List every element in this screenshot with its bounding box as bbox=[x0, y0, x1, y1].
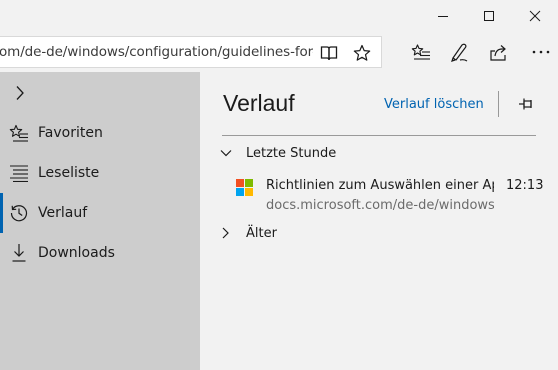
reading-view-icon bbox=[320, 46, 338, 61]
history-entry-title: Richtlinien zum Auswählen einer App für bbox=[266, 178, 494, 193]
header-divider bbox=[498, 91, 499, 117]
active-indicator bbox=[0, 193, 3, 233]
reading-list-icon bbox=[0, 164, 38, 182]
hub-navigation: Favoriten Leseliste Verlauf Downloads bbox=[0, 72, 200, 370]
history-entry[interactable]: Richtlinien zum Auswählen einer App für … bbox=[236, 173, 544, 215]
pen-icon bbox=[451, 43, 468, 62]
more-icon bbox=[532, 50, 550, 54]
group-label: Älter bbox=[246, 225, 277, 241]
close-icon bbox=[529, 10, 541, 22]
star-icon bbox=[353, 44, 371, 61]
hub-item-label: Favoriten bbox=[38, 125, 103, 141]
web-note-button[interactable] bbox=[446, 40, 472, 64]
add-favorite-button[interactable] bbox=[352, 43, 372, 63]
favorites-hub-icon bbox=[411, 44, 430, 60]
title-divider bbox=[222, 135, 536, 136]
hub-item-verlauf[interactable]: Verlauf bbox=[0, 193, 200, 233]
minimize-icon bbox=[438, 16, 448, 17]
maximize-icon bbox=[484, 11, 494, 21]
history-pane: Verlauf Verlauf löschen Letzte Stunde Ri… bbox=[200, 72, 558, 370]
download-icon bbox=[0, 243, 38, 263]
history-entry-url: docs.microsoft.com/de-de/windows/configu… bbox=[266, 198, 494, 213]
share-button[interactable] bbox=[486, 40, 512, 64]
group-label: Letzte Stunde bbox=[246, 145, 337, 161]
minimize-button[interactable] bbox=[420, 0, 466, 32]
microsoft-logo-icon bbox=[236, 179, 253, 196]
address-text[interactable]: om/de-de/windows/configuration/guideline… bbox=[0, 44, 313, 64]
chevron-right-icon bbox=[222, 227, 229, 239]
title-bar bbox=[0, 0, 558, 32]
star-list-icon bbox=[0, 124, 38, 142]
chevron-down-icon bbox=[220, 150, 232, 157]
clear-history-link[interactable]: Verlauf löschen bbox=[384, 97, 484, 112]
share-icon bbox=[490, 45, 506, 61]
pin-pane-button[interactable] bbox=[516, 94, 538, 114]
reading-view-button[interactable] bbox=[319, 43, 339, 63]
group-last-hour[interactable]: Letzte Stunde bbox=[220, 142, 336, 164]
history-icon bbox=[0, 203, 38, 223]
history-entry-time: 12:13 bbox=[506, 178, 544, 193]
hub-button[interactable] bbox=[408, 40, 434, 64]
group-older[interactable]: Älter bbox=[220, 222, 277, 244]
hub-item-label: Verlauf bbox=[38, 205, 88, 221]
collapse-hub-button[interactable] bbox=[8, 82, 32, 104]
hub-item-leseliste[interactable]: Leseliste bbox=[0, 153, 200, 193]
maximize-button[interactable] bbox=[466, 0, 512, 32]
hub-item-downloads[interactable]: Downloads bbox=[0, 233, 200, 273]
hub-item-favoriten[interactable]: Favoriten bbox=[0, 113, 200, 153]
pane-title: Verlauf bbox=[223, 90, 295, 116]
hub-item-label: Downloads bbox=[38, 245, 115, 261]
hub-item-label: Leseliste bbox=[38, 165, 100, 181]
more-button[interactable] bbox=[528, 40, 554, 64]
chevron-right-icon bbox=[16, 86, 24, 100]
address-bar[interactable]: om/de-de/windows/configuration/guideline… bbox=[0, 36, 382, 68]
close-window-button[interactable] bbox=[512, 0, 558, 32]
browser-toolbar: om/de-de/windows/configuration/guideline… bbox=[0, 32, 558, 72]
pin-icon bbox=[519, 98, 532, 110]
